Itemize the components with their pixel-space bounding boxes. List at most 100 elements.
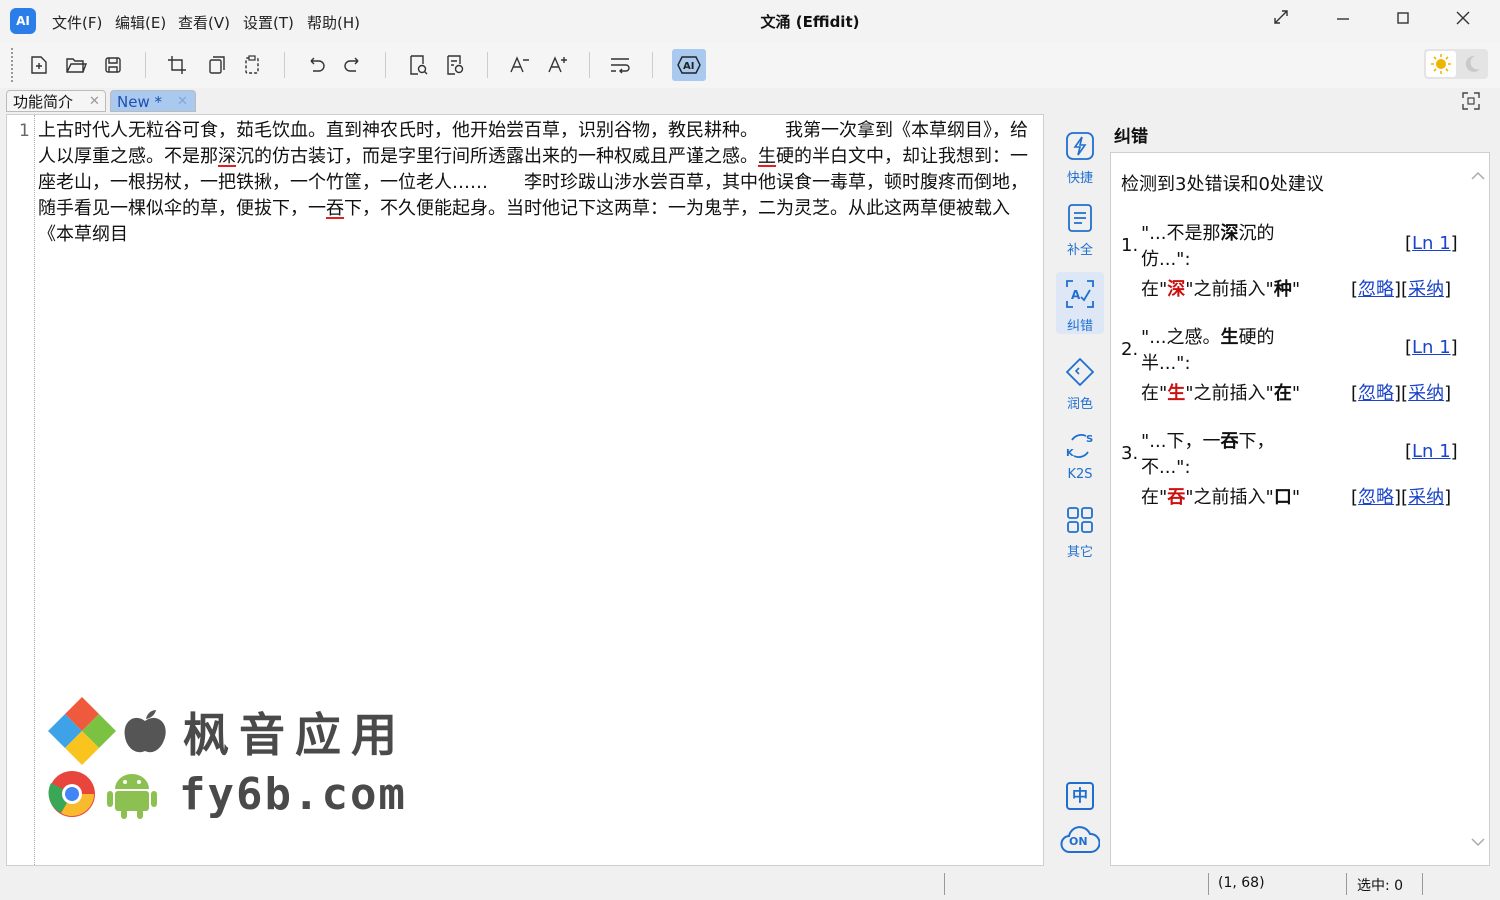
save-icon[interactable] bbox=[98, 50, 128, 80]
find-icon[interactable] bbox=[403, 50, 433, 80]
accept-link[interactable]: 采纳 bbox=[1408, 383, 1444, 404]
toolbar-separator bbox=[652, 52, 653, 78]
correction-panel: 检测到3处错误和0处建议 1. "...不是那深沉的仿...": [Ln 1] … bbox=[1110, 152, 1490, 866]
issue-instruction: 在"吞"之前插入"口" bbox=[1141, 487, 1301, 508]
tab-new[interactable]: New * ✕ bbox=[110, 90, 196, 112]
correction-summary: 检测到3处错误和0处建议 bbox=[1121, 174, 1324, 195]
redo-icon[interactable] bbox=[338, 50, 368, 80]
tab-label: 功能简介 bbox=[13, 93, 74, 111]
issue-context: "...之感。生硬的半...": bbox=[1141, 327, 1275, 374]
issue-actions: [忽略][采纳] bbox=[1351, 487, 1452, 508]
ai-assist-icon[interactable]: AI bbox=[672, 49, 706, 81]
tag-icon bbox=[1066, 358, 1094, 386]
svg-text:A: A bbox=[1071, 288, 1081, 302]
decrease-font-icon[interactable] bbox=[504, 50, 534, 80]
cut-icon[interactable] bbox=[162, 50, 192, 80]
sidebar-item-correct[interactable]: A 纠错 bbox=[1056, 272, 1104, 334]
toolbar-separator bbox=[385, 52, 386, 78]
toolbar-grip bbox=[11, 48, 13, 82]
undo-icon[interactable] bbox=[301, 50, 331, 80]
cloud-status: ON bbox=[1069, 835, 1088, 848]
watermark-diamond-logo bbox=[47, 697, 117, 767]
error-highlight[interactable]: 深 bbox=[218, 146, 236, 167]
editor-content[interactable]: 上古时代人无粒谷可食，茹毛饮血。直到神农氏时，他开始尝百草，识别谷物，教民耕种。… bbox=[38, 118, 1044, 248]
issue-actions: [忽略][采纳] bbox=[1351, 279, 1452, 300]
title-bar: AI 文件(F) 编辑(E) 查看(V) 设置(T) 帮助(H) 文涌 (Eff… bbox=[0, 0, 1500, 42]
issue-context: "...不是那深沉的仿...": bbox=[1141, 223, 1275, 270]
sidebar-label: 其它 bbox=[1066, 545, 1093, 560]
moon-icon[interactable] bbox=[1458, 51, 1486, 77]
line-link[interactable]: [Ln 1] bbox=[1405, 441, 1458, 462]
grid-icon bbox=[1067, 507, 1093, 533]
k2s-icon: SK bbox=[1066, 434, 1093, 459]
sidebar-item-other[interactable]: 其它 bbox=[1056, 498, 1104, 560]
line-link[interactable]: [Ln 1] bbox=[1405, 233, 1458, 254]
sidebar-item-shortcut[interactable]: 快捷 bbox=[1056, 124, 1104, 186]
replace-icon[interactable] bbox=[440, 50, 470, 80]
issue-number: 3. bbox=[1121, 443, 1139, 464]
selection-count: 选中: 0 bbox=[1357, 878, 1404, 894]
theme-toggle[interactable] bbox=[1424, 49, 1488, 79]
text-editor[interactable]: 1 上古时代人无粒谷可食，茹毛饮血。直到神农氏时，他开始尝百草，识别谷物，教民耕… bbox=[6, 114, 1044, 866]
tab-label: New * bbox=[117, 93, 162, 111]
error-highlight[interactable]: 吞 bbox=[326, 198, 344, 219]
paste-icon[interactable] bbox=[237, 50, 267, 80]
issue-actions: [忽略][采纳] bbox=[1351, 383, 1452, 404]
line-gutter: 1 bbox=[7, 115, 35, 865]
copy-icon[interactable] bbox=[200, 50, 230, 80]
toolbar-separator bbox=[284, 52, 285, 78]
toolbar-separator bbox=[487, 52, 488, 78]
increase-font-icon[interactable] bbox=[542, 50, 572, 80]
toolbar: AI bbox=[0, 42, 1500, 88]
sidebar-label: K2S bbox=[1067, 467, 1093, 482]
language-toggle[interactable]: 中 bbox=[1066, 782, 1094, 810]
watermark-url: fy6b.com bbox=[179, 769, 407, 820]
status-separator bbox=[1208, 873, 1209, 895]
watermark-title: 枫音应用 bbox=[183, 708, 407, 762]
svg-text:S: S bbox=[1086, 434, 1093, 445]
tab-intro[interactable]: 功能简介 ✕ bbox=[6, 90, 106, 112]
accept-link[interactable]: 采纳 bbox=[1408, 487, 1444, 508]
issue-number: 1. bbox=[1121, 235, 1139, 256]
maximize-icon[interactable] bbox=[1388, 8, 1418, 34]
close-icon[interactable] bbox=[1448, 8, 1478, 34]
panel-title: 纠错 bbox=[1114, 127, 1148, 147]
sun-icon[interactable] bbox=[1426, 51, 1456, 77]
svg-text:K: K bbox=[1066, 448, 1075, 459]
sidebar-item-polish[interactable]: 润色 bbox=[1056, 350, 1104, 412]
cloud-sync-icon[interactable]: ON bbox=[1060, 824, 1101, 858]
status-separator bbox=[1346, 873, 1347, 895]
tab-close-icon[interactable]: ✕ bbox=[89, 91, 100, 113]
document-icon bbox=[1068, 204, 1092, 232]
sidebar-item-k2s[interactable]: SK K2S bbox=[1056, 424, 1104, 486]
new-file-icon[interactable] bbox=[24, 50, 54, 80]
sidebar-item-complete[interactable]: 补全 bbox=[1056, 196, 1104, 258]
issue-instruction: 在"生"之前插入"在" bbox=[1141, 383, 1301, 404]
open-folder-icon[interactable] bbox=[61, 50, 91, 80]
lightning-icon bbox=[1066, 132, 1094, 160]
fullscreen-icon[interactable] bbox=[1266, 8, 1296, 34]
line-link[interactable]: [Ln 1] bbox=[1405, 337, 1458, 358]
issue-number: 2. bbox=[1121, 339, 1139, 360]
scroll-up-icon[interactable] bbox=[1469, 167, 1487, 185]
accept-link[interactable]: 采纳 bbox=[1408, 279, 1444, 300]
error-highlight[interactable]: 生 bbox=[758, 146, 776, 167]
issue-context: "...下，一吞下，不...": bbox=[1141, 431, 1275, 478]
sidebar-label: 纠错 bbox=[1066, 319, 1093, 334]
watermark-chrome-logo bbox=[47, 769, 97, 819]
ignore-link[interactable]: 忽略 bbox=[1358, 487, 1394, 508]
ignore-link[interactable]: 忽略 bbox=[1358, 279, 1394, 300]
scroll-down-icon[interactable] bbox=[1469, 833, 1487, 851]
toolbar-separator bbox=[145, 52, 146, 78]
ignore-link[interactable]: 忽略 bbox=[1358, 383, 1394, 404]
watermark-android-logo bbox=[103, 763, 161, 821]
cursor-position: (1, 68) bbox=[1218, 875, 1265, 891]
watermark-apple-logo bbox=[119, 709, 171, 757]
text-segment: 沉的仿古装订，而是字里行间所透露出来的一种权威且严谨之感。 bbox=[236, 146, 758, 167]
minimize-icon[interactable] bbox=[1328, 8, 1358, 34]
line-number: 1 bbox=[19, 121, 30, 141]
collapse-panel-icon[interactable] bbox=[1460, 90, 1482, 112]
tab-close-icon[interactable]: ✕ bbox=[177, 91, 188, 113]
word-wrap-icon[interactable] bbox=[605, 50, 635, 80]
sidebar-label: 补全 bbox=[1066, 243, 1093, 258]
